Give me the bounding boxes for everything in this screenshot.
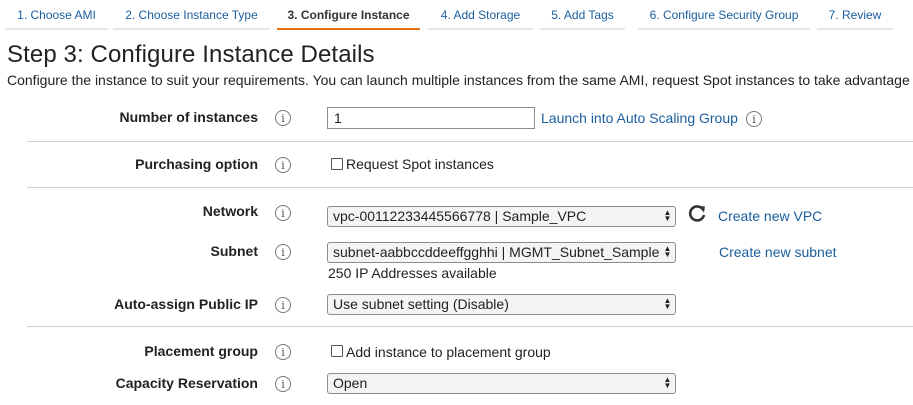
select-caret-icon: ▲ ▼ xyxy=(663,244,672,259)
select-caret-icon: ▲ ▼ xyxy=(663,296,672,311)
auto-assign-public-ip-value: Use subnet setting (Disable) xyxy=(333,296,509,312)
select-caret-icon: ▲ ▼ xyxy=(663,375,672,390)
select-caret-icon: ▲ ▼ xyxy=(663,208,672,223)
info-icon[interactable]: i xyxy=(275,244,291,260)
tab-choose-ami[interactable]: 1. Choose AMI xyxy=(5,2,108,30)
network-select[interactable]: vpc-00112233445566778 | Sample_VPC ▲ ▼ xyxy=(327,206,676,227)
wizard-tabs: 1. Choose AMI 2. Choose Instance Type 3.… xyxy=(0,0,913,32)
info-icon[interactable]: i xyxy=(275,344,291,360)
divider xyxy=(27,141,913,142)
tab-add-storage[interactable]: 4. Add Storage xyxy=(428,2,533,30)
tab-configure-security-group[interactable]: 6. Configure Security Group xyxy=(638,2,810,30)
network-select-value: vpc-00112233445566778 | Sample_VPC xyxy=(333,208,587,224)
network-label: Network xyxy=(202,203,258,219)
tab-add-tags[interactable]: 5. Add Tags xyxy=(540,2,625,30)
capacity-reservation-value: Open xyxy=(333,375,368,391)
info-icon[interactable]: i xyxy=(275,376,291,392)
placement-group-checkbox[interactable] xyxy=(331,345,343,357)
capacity-reservation-select[interactable]: Open ▲ ▼ xyxy=(327,373,676,394)
tab-choose-instance-type[interactable]: 2. Choose Instance Type xyxy=(113,2,270,30)
page-title: Step 3: Configure Instance Details xyxy=(7,41,375,68)
auto-assign-public-ip-label: Auto-assign Public IP xyxy=(114,296,258,312)
create-new-vpc-link[interactable]: Create new VPC xyxy=(718,208,822,224)
subnet-ip-availability: 250 IP Addresses available xyxy=(328,265,497,281)
subnet-label: Subnet xyxy=(210,243,258,259)
info-icon[interactable]: i xyxy=(275,205,291,221)
number-of-instances-label: Number of instances xyxy=(119,109,258,125)
subnet-select[interactable]: subnet-aabbccddeeffgghhi | MGMT_Subnet_S… xyxy=(327,242,676,263)
placement-group-label: Placement group xyxy=(144,343,258,359)
auto-assign-public-ip-select[interactable]: Use subnet setting (Disable) ▲ ▼ xyxy=(327,294,676,315)
create-new-subnet-link[interactable]: Create new subnet xyxy=(719,244,837,260)
placement-group-checkbox-label[interactable]: Add instance to placement group xyxy=(346,344,551,360)
request-spot-label[interactable]: Request Spot instances xyxy=(346,156,494,172)
tab-configure-instance[interactable]: 3. Configure Instance xyxy=(277,2,420,30)
divider xyxy=(27,187,913,188)
capacity-reservation-label: Capacity Reservation xyxy=(115,375,258,391)
info-icon[interactable]: i xyxy=(275,297,291,313)
number-of-instances-input[interactable] xyxy=(327,107,535,129)
subnet-select-value: subnet-aabbccddeeffgghhi | MGMT_Subnet_S… xyxy=(333,244,660,260)
info-icon[interactable]: i xyxy=(746,111,762,127)
request-spot-checkbox[interactable] xyxy=(331,158,343,170)
purchasing-option-label: Purchasing option xyxy=(135,156,258,172)
info-icon[interactable]: i xyxy=(275,157,291,173)
info-icon[interactable]: i xyxy=(275,110,291,126)
launch-into-asg-link[interactable]: Launch into Auto Scaling Group xyxy=(541,110,738,126)
page-description: Configure the instance to suit your requ… xyxy=(7,72,910,88)
tab-review[interactable]: 7. Review xyxy=(817,2,893,30)
divider xyxy=(27,326,913,327)
refresh-icon[interactable] xyxy=(686,203,708,225)
